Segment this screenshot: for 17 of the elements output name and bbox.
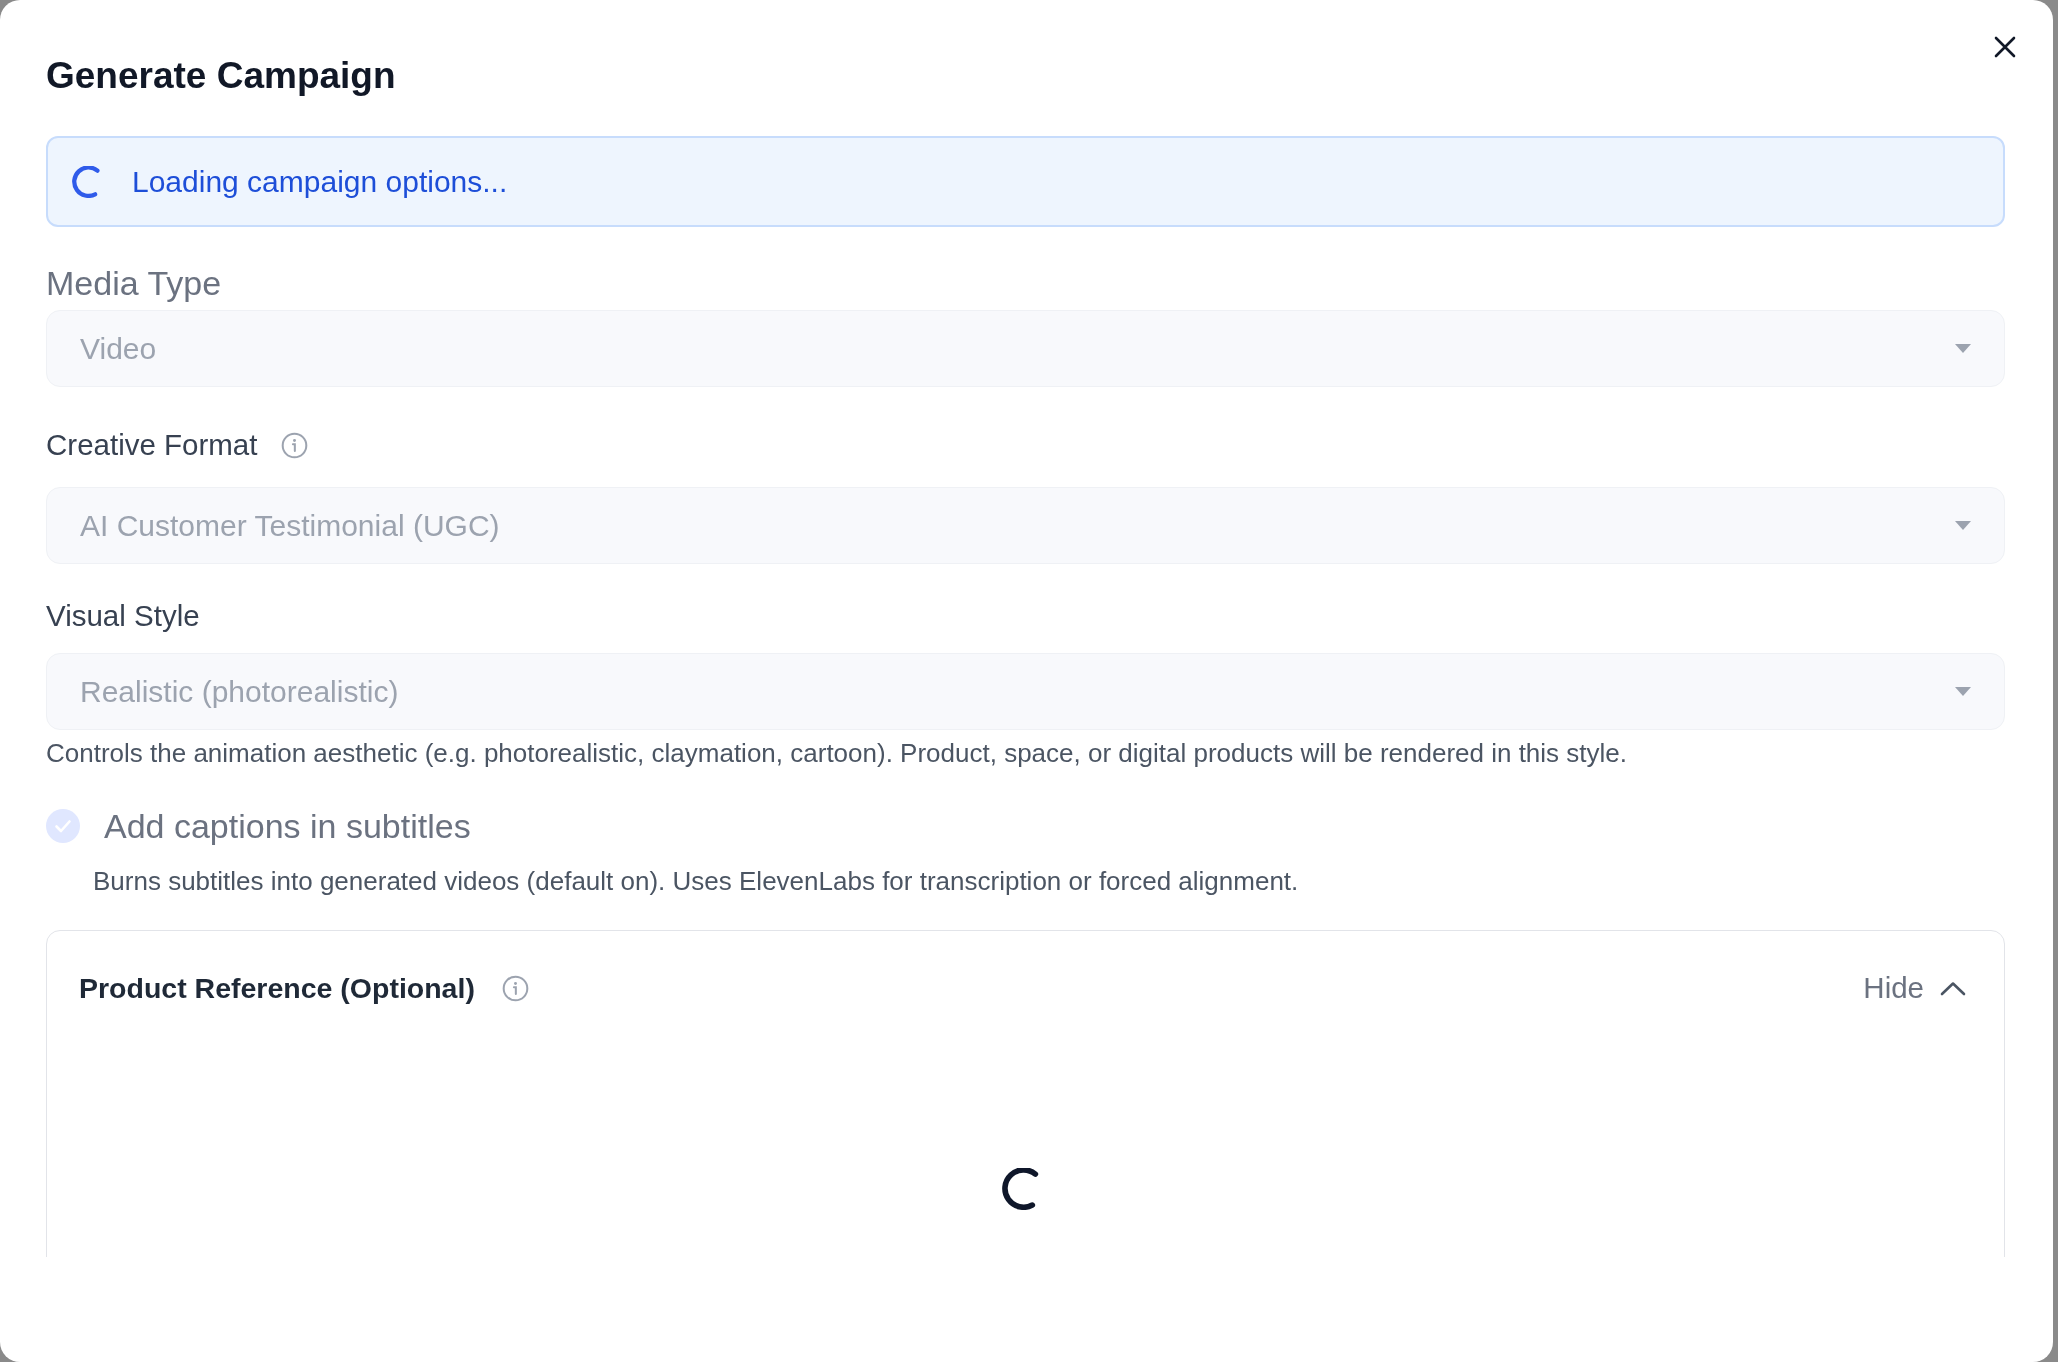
loading-message: Loading campaign options... bbox=[132, 164, 508, 200]
field-label: Creative Format bbox=[46, 427, 258, 463]
section-title: Product Reference (Optional) bbox=[79, 971, 475, 1006]
close-icon bbox=[1994, 36, 2016, 58]
field-label: Visual Style bbox=[46, 598, 200, 634]
checkbox-label: Add captions in subtitles bbox=[104, 806, 471, 846]
option-description: Burns subtitles into generated videos (default on). Uses ElevenLabs for transcription or forced alignment. bbox=[93, 866, 1299, 896]
caret-icon bbox=[1955, 521, 1971, 530]
caret-icon bbox=[1955, 687, 1971, 696]
hide-toggle[interactable]: Hide bbox=[1863, 970, 1966, 1006]
close-button[interactable] bbox=[1992, 34, 2018, 60]
dialog-title: Generate Campaign bbox=[46, 56, 396, 96]
chevron-up-icon bbox=[1940, 980, 1966, 996]
info-icon[interactable] bbox=[501, 974, 529, 1002]
field-label: Media Type bbox=[46, 263, 222, 303]
caret-icon bbox=[1955, 344, 1971, 353]
field-help-text: Controls the animation aesthetic (e.g. photorealistic, claymation, cartoon). Product, space, or digital products will be rendered in this style. bbox=[46, 738, 1627, 768]
